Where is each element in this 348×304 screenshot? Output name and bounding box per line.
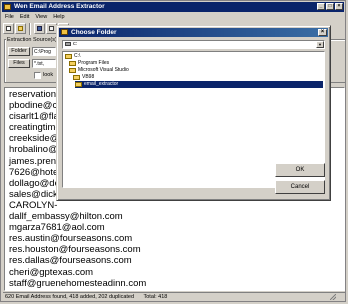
menu-bar: File Edit View Help: [3, 13, 65, 21]
folder-item[interactable]: VB98: [73, 74, 94, 81]
drive-select[interactable]: c: ▼: [62, 40, 325, 49]
status-found: 620 Email Address found, 418 added, 202 …: [5, 294, 135, 300]
close-button[interactable]: ×: [335, 3, 343, 10]
list-item[interactable]: cheri@gptexas.com: [9, 267, 344, 278]
minimize-button[interactable]: _: [317, 3, 325, 10]
list-item[interactable]: res.dallas@fourseasons.com: [9, 255, 344, 266]
menu-edit[interactable]: Edit: [20, 13, 29, 21]
extraction-source-label: Extraction Source(s): [6, 37, 58, 43]
save-button[interactable]: [34, 23, 45, 34]
dialog-title-bar: Choose Folder ×: [59, 28, 328, 37]
title-bar: Wen Email Address Extractor _ □ ×: [2, 2, 344, 12]
window-title: Wen Email Address Extractor: [14, 3, 105, 10]
choose-folder-dialog: Choose Folder × c: ▼ C:\ Program Files M…: [56, 25, 331, 201]
lookup-checkbox-label: look: [43, 72, 54, 78]
cancel-button[interactable]: Cancel: [275, 180, 325, 194]
folder-path-field[interactable]: C:\Prog: [32, 47, 56, 56]
folder-item[interactable]: Program Files: [69, 60, 109, 67]
resize-grip-icon[interactable]: [330, 294, 336, 300]
folder-icon: [75, 82, 82, 87]
list-item[interactable]: res.austin@fourseasons.com: [9, 233, 344, 244]
open-folder-button[interactable]: [15, 23, 26, 34]
list-item[interactable]: dallf_embassy@hilton.com: [9, 211, 344, 222]
drive-icon: [65, 42, 71, 46]
save-icon: [37, 26, 42, 31]
toolbar-separator: [29, 23, 31, 35]
open-folder-icon: [69, 61, 76, 66]
drive-value: c:: [73, 41, 78, 47]
lookup-checkbox[interactable]: [34, 72, 41, 79]
chevron-down-icon[interactable]: ▼: [316, 41, 324, 48]
maximize-button[interactable]: □: [326, 3, 334, 10]
files-button[interactable]: Files: [8, 59, 30, 68]
copy-icon: [49, 26, 54, 31]
menu-view[interactable]: View: [35, 13, 47, 21]
status-total: Total: 418: [143, 294, 168, 300]
dialog-icon: [61, 29, 68, 35]
file-pattern-field[interactable]: *.txt,: [32, 59, 56, 68]
folder-item[interactable]: Microsoft Visual Studio: [69, 67, 129, 74]
status-bar: 620 Email Address found, 418 added, 202 …: [3, 292, 345, 301]
dialog-close-button[interactable]: ×: [318, 29, 327, 36]
new-button[interactable]: [3, 23, 14, 34]
menu-help[interactable]: Help: [53, 13, 64, 21]
open-folder-icon: [73, 75, 80, 80]
list-item[interactable]: CAROLYN-: [9, 200, 344, 211]
open-folder-icon: [69, 68, 76, 73]
menu-file[interactable]: File: [5, 13, 14, 21]
list-item[interactable]: mgarza7681@aol.com: [9, 222, 344, 233]
new-icon: [6, 26, 11, 31]
open-folder-icon: [65, 54, 72, 59]
folder-button[interactable]: Folder: [8, 47, 30, 56]
folder-item-selected[interactable]: email_extractor: [75, 81, 323, 88]
list-item[interactable]: staff@gruenehomesteadinn.com: [9, 278, 344, 289]
app-icon: [4, 4, 11, 10]
list-item[interactable]: res.houston@fourseasons.com: [9, 244, 344, 255]
folder-item[interactable]: C:\: [65, 53, 80, 60]
ok-button[interactable]: OK: [275, 163, 325, 177]
dialog-title: Choose Folder: [71, 29, 117, 36]
open-folder-icon: [18, 26, 23, 31]
